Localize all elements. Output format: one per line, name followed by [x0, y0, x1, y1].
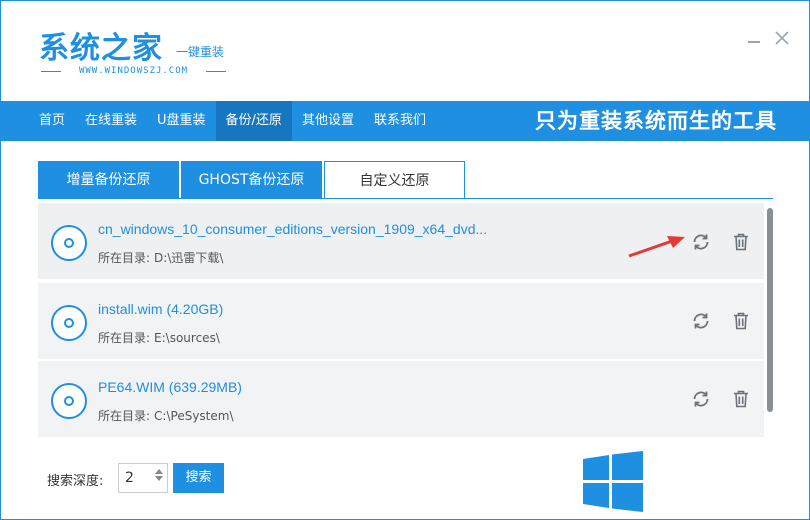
delete-button[interactable] — [730, 310, 752, 332]
minimize-icon — [748, 41, 760, 43]
tab-bar: 增量备份还原 GHOST备份还原 自定义还原 — [38, 161, 467, 199]
disc-icon — [51, 305, 87, 341]
stepper-arrows[interactable] — [153, 467, 165, 489]
trash-icon — [734, 390, 748, 408]
disc-icon — [51, 383, 87, 419]
close-button[interactable] — [773, 29, 791, 47]
nav-item-online-reinstall[interactable]: 在线重装 — [75, 101, 147, 141]
chevron-down-icon[interactable] — [155, 476, 163, 481]
dir-path: C:\PeSystem\ — [154, 409, 234, 423]
list-item[interactable]: PE64.WIM (639.29MB) 所在目录: C:\PeSystem\ — [38, 361, 764, 437]
slogan: 只为重装系统而生的工具 — [535, 109, 777, 133]
refresh-icon — [693, 391, 709, 407]
watermark: Win10 之家 www.win10xitong.com — [579, 449, 810, 520]
dir-label: 所在目录: — [98, 331, 151, 345]
item-name: install.wim (4.20GB) — [98, 301, 224, 317]
disc-icon — [51, 225, 87, 261]
nav-item-contact-us[interactable]: 联系我们 — [364, 101, 436, 141]
app-window: 系统之家 一键重装 WWW.WINDOWSZJ.COM 首页 在线重装 U盘重装… — [0, 0, 810, 520]
item-name: cn_windows_10_consumer_editions_version_… — [98, 221, 488, 237]
list-item[interactable]: install.wim (4.20GB) 所在目录: E:\sources\ — [38, 283, 764, 359]
scrollbar[interactable] — [767, 208, 773, 412]
dir-path: E:\sources\ — [154, 331, 220, 345]
delete-button[interactable] — [730, 231, 752, 253]
tab-custom-restore[interactable]: 自定义还原 — [324, 161, 465, 199]
item-name: PE64.WIM (639.29MB) — [98, 379, 242, 395]
trash-icon — [734, 233, 748, 251]
tab-incremental-backup[interactable]: 增量备份还原 — [38, 161, 179, 199]
item-dir: 所在目录: C:\PeSystem\ — [98, 407, 234, 424]
trash-icon — [734, 312, 748, 330]
dir-path: D:\迅雷下载\ — [154, 251, 224, 265]
restore-button[interactable] — [690, 231, 712, 253]
delete-button[interactable] — [730, 388, 752, 410]
watermark-url: www.win10xitong.com — [655, 489, 774, 503]
search-depth-label: 搜索深度: — [47, 474, 104, 489]
logo-subtitle: 一键重装 — [176, 45, 225, 59]
nav-item-other-settings[interactable]: 其他设置 — [292, 101, 364, 141]
dir-label: 所在目录: — [98, 251, 151, 265]
main-nav: 首页 在线重装 U盘重装 备份/还原 其他设置 联系我们 只为重装系统而生的工具 — [1, 101, 809, 141]
logo-title: 系统之家 — [39, 31, 163, 66]
refresh-icon — [693, 313, 709, 329]
nav-item-usb-reinstall[interactable]: U盘重装 — [147, 101, 216, 141]
close-icon — [775, 31, 789, 45]
watermark-title: Win10 之家 — [653, 460, 789, 490]
item-dir: 所在目录: D:\迅雷下载\ — [98, 249, 223, 266]
nav-item-home[interactable]: 首页 — [29, 101, 75, 141]
logo-url: WWW.WINDOWSZJ.COM — [41, 66, 226, 76]
restore-button[interactable] — [690, 388, 712, 410]
minimize-button[interactable] — [745, 29, 763, 47]
search-button[interactable]: 搜索 — [173, 463, 224, 493]
tab-ghost-backup[interactable]: GHOST备份还原 — [181, 161, 322, 199]
restore-button[interactable] — [690, 310, 712, 332]
tab-divider — [38, 198, 773, 199]
search-depth-stepper[interactable]: 2 — [118, 463, 168, 493]
refresh-icon — [693, 234, 709, 250]
windows-logo-icon — [583, 451, 643, 512]
header: 系统之家 一键重装 WWW.WINDOWSZJ.COM — [1, 1, 809, 101]
nav-item-backup-restore[interactable]: 备份/还原 — [215, 101, 292, 141]
chevron-up-icon[interactable] — [155, 469, 163, 474]
search-depth-value: 2 — [125, 470, 134, 486]
red-arrow-annotation — [628, 236, 685, 258]
item-dir: 所在目录: E:\sources\ — [98, 329, 220, 346]
dir-label: 所在目录: — [98, 409, 151, 423]
